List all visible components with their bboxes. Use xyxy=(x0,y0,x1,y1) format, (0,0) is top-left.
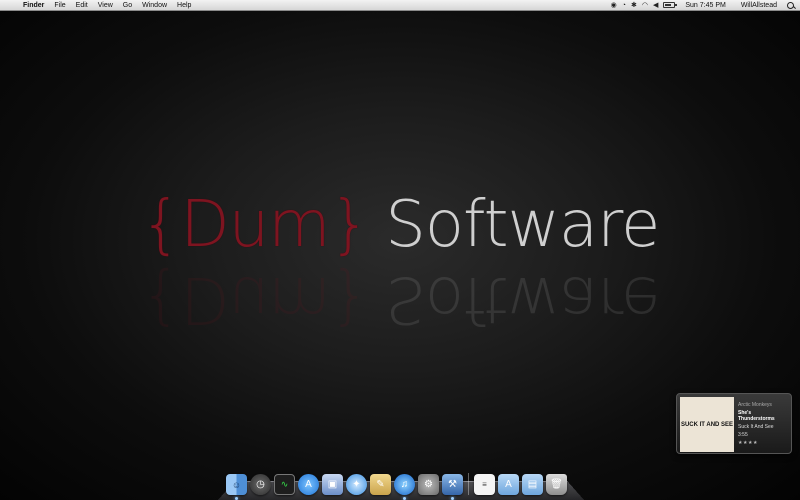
finder-glyph: ☺ xyxy=(231,479,242,490)
wallpaper-logo-reflection: {Dum} Software xyxy=(0,262,800,336)
xcode-glyph: ⚒ xyxy=(448,479,457,490)
menu-go[interactable]: Go xyxy=(118,0,137,11)
apps-folder-glyph: A xyxy=(505,479,512,490)
menu-edit[interactable]: Edit xyxy=(71,0,93,11)
menu-view[interactable]: View xyxy=(93,0,118,11)
dock-separator xyxy=(468,473,469,495)
documents-folder-icon[interactable]: ▤ xyxy=(522,474,543,495)
prefs-glyph: ⚙ xyxy=(424,479,433,490)
activity-glyph: ∿ xyxy=(280,479,289,489)
itunes-icon[interactable]: ♫ xyxy=(394,474,415,500)
track-artist: Arctic Monkeys xyxy=(738,401,772,408)
safari-icon[interactable]: ✦ xyxy=(346,474,367,495)
system-preferences-icon[interactable]: ⚙ xyxy=(418,474,439,495)
menu-app-name[interactable]: Finder xyxy=(18,0,49,11)
track-album: Suck It And See xyxy=(738,423,774,430)
textedit-glyph: ≡ xyxy=(482,480,487,489)
sync-icon[interactable]: ◉ xyxy=(611,0,617,11)
applications-folder-icon[interactable]: A xyxy=(498,474,519,495)
time-machine-icon[interactable]: ◔ xyxy=(622,0,626,11)
preview-icon[interactable]: ▣ xyxy=(322,474,343,495)
menu-window[interactable]: Window xyxy=(137,0,172,11)
activity-monitor-icon[interactable]: ∿ xyxy=(274,474,295,495)
track-title: She's Thunderstorms xyxy=(738,409,775,422)
wallpaper-logo: {Dum} Software xyxy=(0,188,800,262)
logo-reflection-software: Software xyxy=(385,262,660,336)
menu-help[interactable]: Help xyxy=(172,0,196,11)
album-art: SUCK IT AND SEE xyxy=(680,397,734,452)
menu-file[interactable]: File xyxy=(49,0,70,11)
logo-reflection-dum: {Dum} xyxy=(140,262,370,336)
menu-extras: ◉ ◔ ✱ ◠ ◀ Sun 7:45 PM WillAllstead xyxy=(611,0,800,11)
finder-icon[interactable]: ☺ xyxy=(226,474,247,500)
trash-glyph: 🗑 xyxy=(550,479,563,490)
notes-glyph: ✎ xyxy=(376,479,385,490)
dashboard-glyph: ◷ xyxy=(256,479,265,490)
docs-folder-glyph: ▤ xyxy=(527,479,538,490)
itunes-glyph: ♫ xyxy=(400,479,409,490)
battery-icon[interactable] xyxy=(663,2,678,8)
album-art-text: SUCK IT AND SEE xyxy=(680,421,734,428)
volume-icon[interactable]: ◀ xyxy=(653,0,658,11)
track-time: 3:55 xyxy=(738,431,748,438)
desktop: Finder File Edit View Go Window Help ◉ ◔… xyxy=(0,0,800,500)
bluetooth-icon[interactable]: ✱ xyxy=(631,0,637,11)
appstore-glyph: A xyxy=(305,479,312,490)
track-rating[interactable]: ★★★★ xyxy=(738,440,788,446)
safari-glyph: ✦ xyxy=(352,479,361,490)
now-playing-widget[interactable]: SUCK IT AND SEE Arctic Monkeys She's Thu… xyxy=(676,393,792,454)
menu-user[interactable]: WillAllstead xyxy=(736,0,782,11)
textedit-icon[interactable]: ≡ xyxy=(474,474,495,495)
menu-bar: Finder File Edit View Go Window Help ◉ ◔… xyxy=(0,0,800,11)
preview-glyph: ▣ xyxy=(327,479,338,490)
xcode-icon[interactable]: ⚒ xyxy=(442,474,463,500)
track-info: Arctic Monkeys She's Thunderstorms Suck … xyxy=(734,397,788,450)
dashboard-icon[interactable]: ◷ xyxy=(250,474,271,495)
app-store-icon[interactable]: A xyxy=(298,474,319,495)
spotlight-icon[interactable] xyxy=(787,1,794,9)
menu-clock[interactable]: Sun 7:45 PM xyxy=(680,0,730,11)
logo-software-text: Software xyxy=(385,188,660,262)
trash-icon[interactable]: 🗑 xyxy=(546,474,567,495)
dock: ☺ ◷ ∿ A ▣ ✦ ✎ ♫ ⚙ ⚒ ≡ A ▤ 🗑 xyxy=(226,465,580,500)
logo-dum-text: {Dum} xyxy=(140,188,371,262)
wifi-icon[interactable]: ◠ xyxy=(642,0,648,11)
notes-icon[interactable]: ✎ xyxy=(370,474,391,495)
